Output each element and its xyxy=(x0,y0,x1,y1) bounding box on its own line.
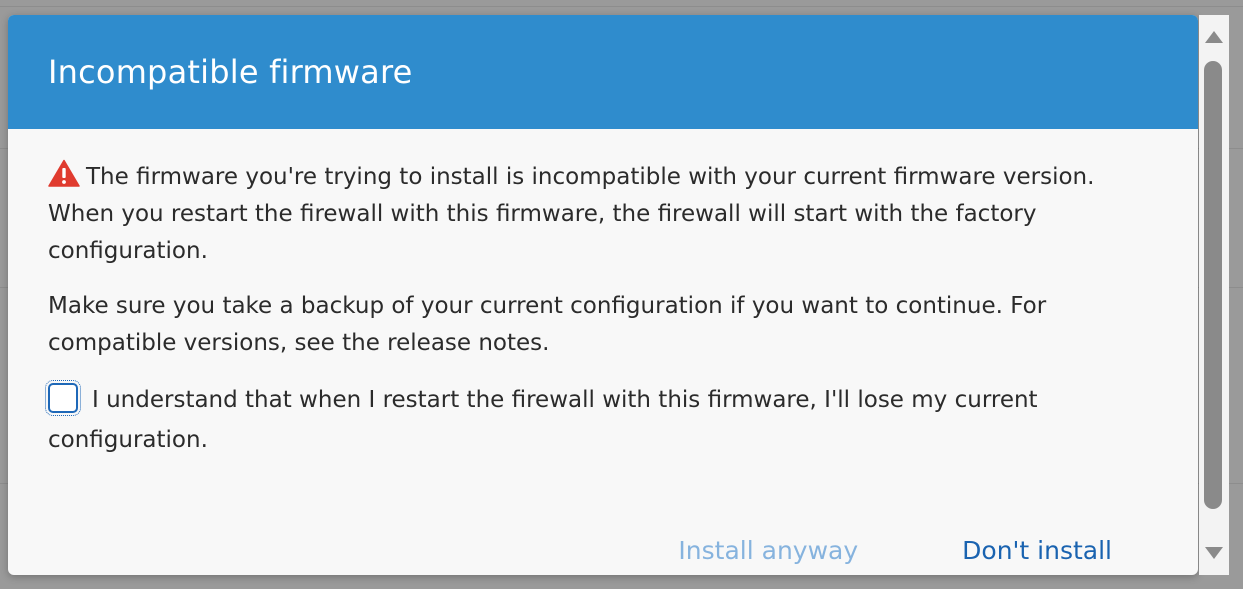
dialog-body: The firmware you're trying to install is… xyxy=(8,129,1198,460)
acknowledge-label[interactable]: I understand that when I restart the fir… xyxy=(48,387,1038,453)
install-anyway-button[interactable]: Install anyway xyxy=(678,536,858,565)
scroll-down-arrow-icon[interactable] xyxy=(1205,547,1223,559)
acknowledge-row: I understand that when I restart the fir… xyxy=(45,380,1128,460)
warning-triangle-icon xyxy=(48,159,80,187)
incompatible-firmware-dialog: Incompatible firmware The firmware you'r… xyxy=(8,15,1198,575)
warning-message: The firmware you're trying to install is… xyxy=(48,159,1128,270)
dialog-title: Incompatible firmware xyxy=(48,53,413,91)
acknowledge-checkbox[interactable] xyxy=(45,380,81,416)
background-divider xyxy=(0,6,1243,7)
vertical-scrollbar[interactable] xyxy=(1199,15,1229,575)
dont-install-button[interactable]: Don't install xyxy=(962,536,1112,565)
backup-message: Make sure you take a backup of your curr… xyxy=(48,293,1047,356)
scrollbar-thumb[interactable] xyxy=(1204,61,1222,509)
dialog-header: Incompatible firmware xyxy=(8,15,1198,129)
scroll-up-arrow-icon[interactable] xyxy=(1205,31,1223,43)
dialog-footer: Install anyway Don't install xyxy=(678,536,1112,565)
warning-text: The firmware you're trying to install is… xyxy=(48,164,1095,264)
